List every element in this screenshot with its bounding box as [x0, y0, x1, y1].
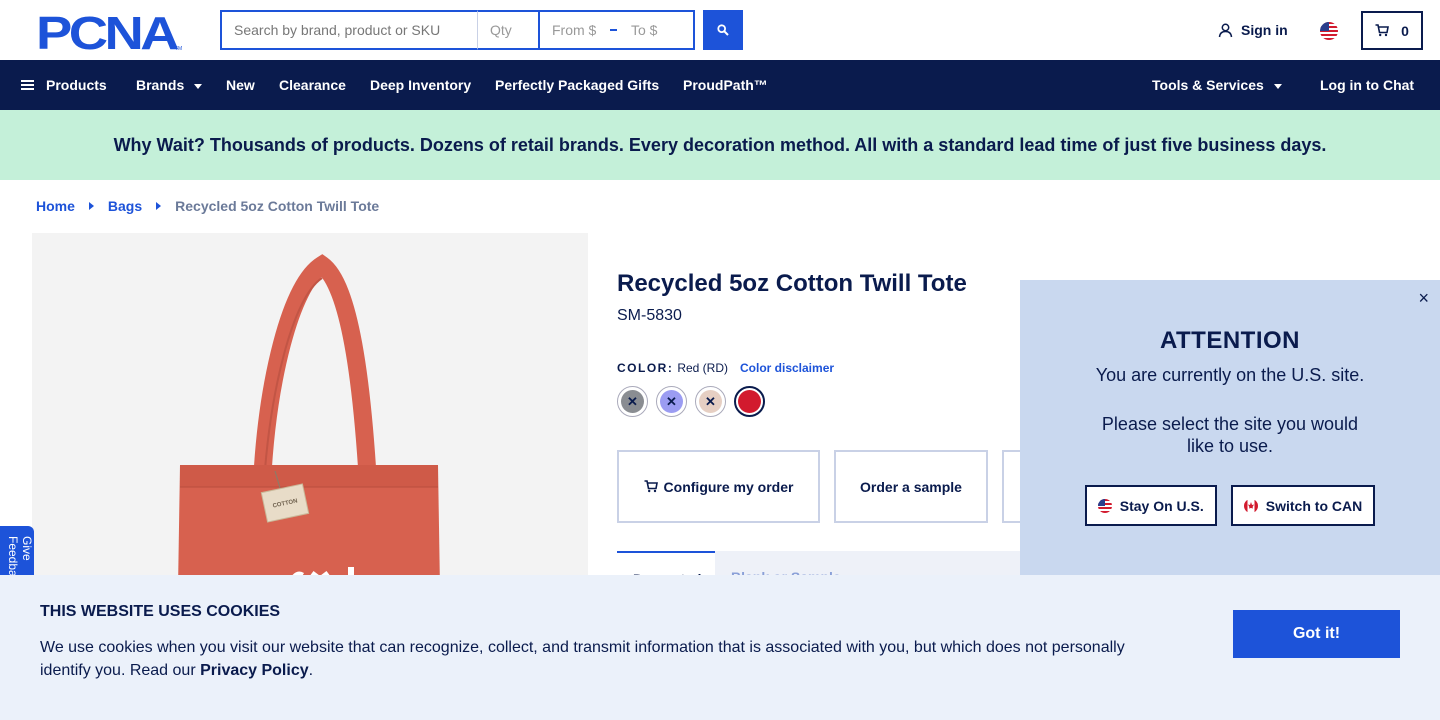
- attention-buttons: Stay On U.S. Switch to CAN: [1020, 485, 1440, 526]
- attention-select-site: Please select the site you would like to…: [1101, 414, 1359, 456]
- unavailable-x-icon: ✕: [621, 390, 644, 413]
- unavailable-x-icon: ✕: [699, 390, 722, 413]
- caret-down-icon: [194, 83, 203, 89]
- logo-trademark: TM: [175, 46, 182, 51]
- color-disclaimer-link[interactable]: Color disclaimer: [740, 361, 834, 375]
- nav-proudpath[interactable]: ProudPath™: [683, 60, 768, 110]
- promo-text: Why Wait? Thousands of products. Dozens …: [113, 134, 1327, 155]
- swatch-natural[interactable]: ✕: [695, 386, 726, 417]
- color-label: COLOR:: [617, 361, 674, 375]
- nav-brands[interactable]: Brands: [136, 60, 203, 110]
- color-row: COLOR: Red (RD) Color disclaimer: [617, 361, 834, 375]
- switch-can-button[interactable]: Switch to CAN: [1230, 485, 1376, 526]
- magnifier-icon: [717, 24, 729, 36]
- color-value: Red (RD): [677, 361, 728, 375]
- unavailable-x-icon: ✕: [660, 390, 683, 413]
- nav-login-chat[interactable]: Log in to Chat: [1320, 60, 1414, 110]
- logo-text: PCNA: [36, 11, 178, 51]
- nav-brands-label: Brands: [136, 77, 185, 93]
- search-input[interactable]: [220, 10, 478, 50]
- search-bar: [220, 10, 695, 50]
- privacy-policy-link[interactable]: Privacy Policy: [200, 662, 309, 679]
- search-button[interactable]: [703, 10, 743, 50]
- breadcrumb-home[interactable]: Home: [36, 198, 75, 214]
- product-title: Recycled 5oz Cotton Twill Tote: [617, 270, 967, 297]
- sign-in-link[interactable]: Sign in: [1218, 22, 1288, 38]
- swatch-gray[interactable]: ✕: [617, 386, 648, 417]
- sign-in-label: Sign in: [1241, 22, 1288, 38]
- price-range-dash: [610, 29, 617, 31]
- price-from-input[interactable]: [552, 22, 598, 38]
- site-select-modal: × ATTENTION You are currently on the U.S…: [1020, 280, 1440, 575]
- promo-banner: Why Wait? Thousands of products. Dozens …: [0, 110, 1440, 180]
- quantity-input[interactable]: [478, 10, 540, 50]
- cookie-text: We use cookies when you visit our websit…: [40, 636, 1150, 682]
- price-range: [540, 10, 695, 50]
- order-sample-label: Order a sample: [860, 478, 962, 495]
- nav-products-label: Products: [46, 77, 107, 93]
- hamburger-icon: [21, 78, 34, 92]
- nav-perfectly-packaged-gifts[interactable]: Perfectly Packaged Gifts: [495, 60, 659, 110]
- us-flag-icon: [1097, 498, 1112, 513]
- breadcrumb-separator-icon: [88, 202, 94, 210]
- breadcrumb-bags[interactable]: Bags: [108, 198, 142, 214]
- accept-cookies-button[interactable]: Got it!: [1233, 610, 1400, 658]
- nav-new-label: New: [226, 77, 255, 93]
- switch-can-label: Switch to CAN: [1265, 497, 1363, 514]
- swatch-red-fill: [738, 390, 761, 413]
- configure-order-label: Configure my order: [663, 478, 794, 495]
- cart-count: 0: [1401, 22, 1409, 39]
- main-nav: Products Brands New Clearance Deep Inven…: [0, 60, 1440, 110]
- cookie-title: THIS WEBSITE USES COOKIES: [40, 603, 281, 620]
- breadcrumb-separator-icon: [156, 202, 162, 210]
- nav-products[interactable]: Products: [21, 60, 107, 110]
- close-icon[interactable]: ×: [1418, 288, 1429, 309]
- us-flag-icon[interactable]: [1320, 22, 1338, 40]
- nav-proudpath-label: ProudPath™: [683, 77, 768, 93]
- configure-order-button[interactable]: Configure my order: [617, 450, 820, 523]
- breadcrumb: Home Bags Recycled 5oz Cotton Twill Tote: [36, 198, 379, 214]
- cookie-end: .: [308, 662, 314, 679]
- cart-button[interactable]: 0: [1361, 11, 1423, 50]
- color-swatches: ✕ ✕ ✕: [617, 386, 765, 417]
- site-header: PCNA TM Sign in: [0, 0, 1440, 60]
- nav-new[interactable]: New: [226, 60, 255, 110]
- swatch-periwinkle[interactable]: ✕: [656, 386, 687, 417]
- stay-us-label: Stay On U.S.: [1119, 497, 1204, 514]
- nav-clearance-label: Clearance: [279, 77, 346, 93]
- pcna-logo[interactable]: PCNA TM: [36, 11, 184, 51]
- nav-tools-services[interactable]: Tools & Services: [1152, 60, 1282, 110]
- caret-down-icon: [1273, 83, 1282, 89]
- swatch-red[interactable]: [734, 386, 765, 417]
- nav-clearance[interactable]: Clearance: [279, 60, 346, 110]
- cart-icon: [1375, 24, 1390, 37]
- nav-gifts-label: Perfectly Packaged Gifts: [495, 77, 660, 93]
- breadcrumb-current: Recycled 5oz Cotton Twill Tote: [175, 198, 380, 214]
- nav-deep-inventory-label: Deep Inventory: [370, 77, 472, 93]
- attention-title: ATTENTION: [1159, 327, 1301, 354]
- cookie-banner: THIS WEBSITE USES COOKIES We use cookies…: [0, 575, 1440, 720]
- order-sample-button[interactable]: Order a sample: [834, 450, 988, 523]
- canada-flag-icon: [1243, 498, 1258, 513]
- stay-us-button[interactable]: Stay On U.S.: [1084, 485, 1217, 526]
- user-icon: [1218, 23, 1233, 37]
- cart-icon: [644, 480, 658, 493]
- nav-tools-label: Tools & Services: [1152, 77, 1264, 93]
- product-sku: SM-5830: [617, 307, 682, 324]
- nav-login-chat-label: Log in to Chat: [1320, 77, 1415, 93]
- attention-current-site: You are currently on the U.S. site.: [1095, 365, 1365, 385]
- nav-deep-inventory[interactable]: Deep Inventory: [370, 60, 471, 110]
- price-to-input[interactable]: [631, 22, 681, 38]
